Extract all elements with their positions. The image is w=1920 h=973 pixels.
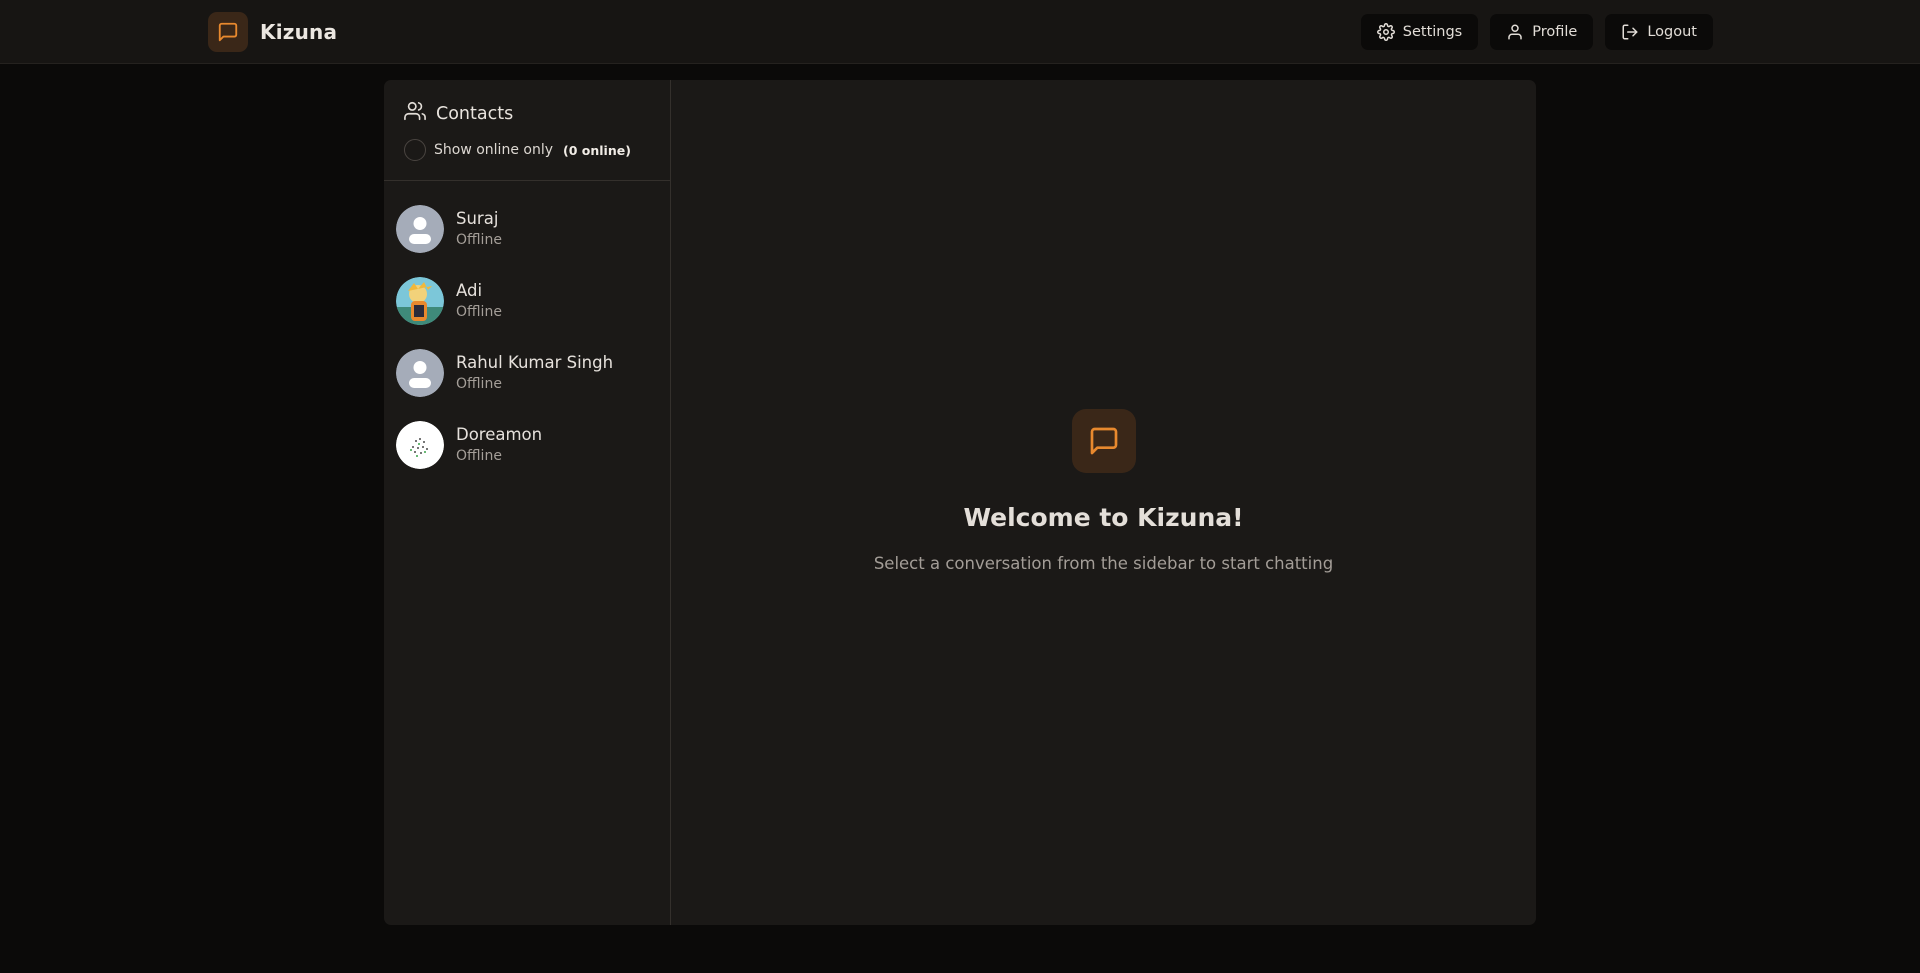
contacts-heading: Contacts <box>436 103 514 124</box>
contact-status: Offline <box>456 448 502 464</box>
contact-status: Offline <box>456 376 502 392</box>
logout-icon <box>1621 23 1639 41</box>
profile-label: Profile <box>1532 24 1578 40</box>
gear-icon <box>1376 23 1395 41</box>
online-filter[interactable]: Show online only (0 online) <box>404 139 650 161</box>
contact-item[interactable]: Adi Offline <box>384 265 670 337</box>
welcome-placeholder: Welcome to Kizuna! Select a conversation… <box>671 409 1536 573</box>
contact-status: Offline <box>456 304 502 320</box>
header-actions: Settings Profile Logout <box>1360 14 1713 50</box>
contact-name: Suraj <box>456 209 499 228</box>
contact-status: Offline <box>456 232 502 248</box>
contact-item[interactable]: Rahul Kumar Singh Offline <box>384 337 670 409</box>
brand-link[interactable]: Kizuna <box>208 12 337 52</box>
photo-avatar <box>396 421 444 469</box>
app-name: Kizuna <box>260 20 338 44</box>
logout-label: Logout <box>1647 24 1697 40</box>
top-navbar: Kizuna Settings Profile Logout <box>0 0 1920 64</box>
contact-item[interactable]: Doreamon Offline <box>384 409 670 481</box>
welcome-subtitle: Select a conversation from the sidebar t… <box>873 554 1334 573</box>
message-square-icon <box>1071 409 1136 473</box>
chat-container: Contacts Show online only (0 online) Sur… <box>384 80 1536 925</box>
contacts-sidebar: Contacts Show online only (0 online) Sur… <box>384 80 671 925</box>
welcome-title: Welcome to Kizuna! <box>963 503 1244 532</box>
contact-list: Suraj Offline Adi Offline Rahul Kumar Si… <box>384 181 670 481</box>
contact-name: Rahul Kumar Singh <box>456 353 614 372</box>
settings-label: Settings <box>1402 24 1463 40</box>
user-icon <box>1506 23 1524 41</box>
sidebar-header: Contacts Show online only (0 online) <box>384 80 670 181</box>
settings-button[interactable]: Settings <box>1360 14 1479 50</box>
default-avatar <box>396 205 444 253</box>
profile-button[interactable]: Profile <box>1490 14 1594 50</box>
message-square-icon <box>208 12 248 52</box>
sidebar-title: Contacts <box>404 100 650 127</box>
contact-item[interactable]: Suraj Offline <box>384 193 670 265</box>
logout-button[interactable]: Logout <box>1605 14 1713 50</box>
online-only-label: Show online only <box>434 142 553 158</box>
online-only-checkbox[interactable] <box>404 139 426 161</box>
photo-avatar <box>396 277 444 325</box>
contact-name: Adi <box>456 281 483 300</box>
default-avatar <box>396 349 444 397</box>
users-icon <box>404 100 426 127</box>
online-count: (0 online) <box>563 142 631 158</box>
chat-panel: Welcome to Kizuna! Select a conversation… <box>671 80 1536 925</box>
contact-name: Doreamon <box>456 425 543 444</box>
